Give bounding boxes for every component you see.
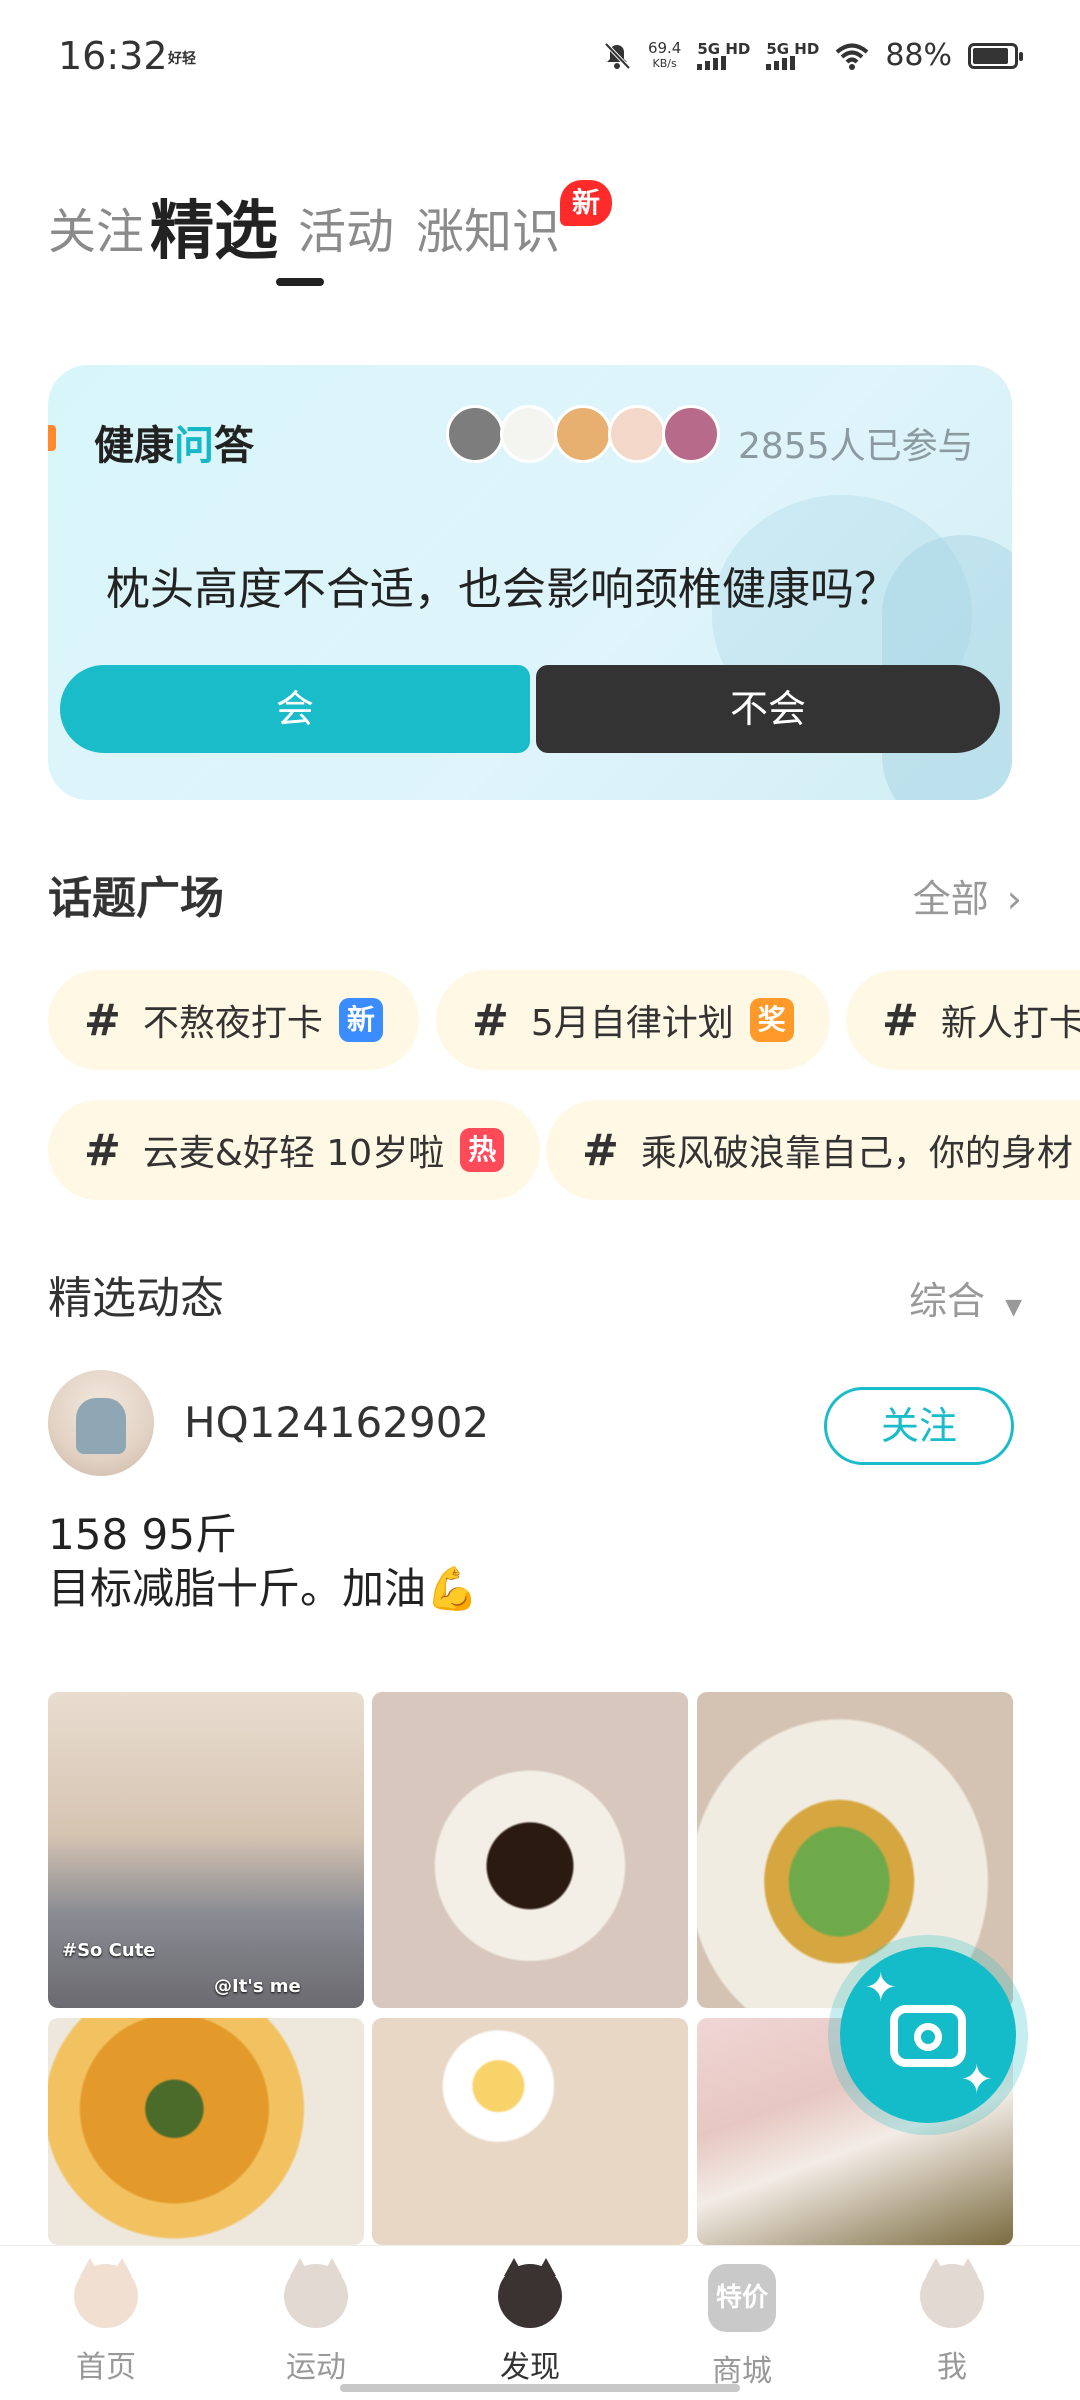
avatar[interactable] [48,1370,154,1476]
topic-square-title: 话题广场 [48,873,224,924]
answer-yes-button[interactable]: 会 [60,665,530,753]
tab-activities[interactable]: 活动 [298,192,394,262]
post-image[interactable] [48,2018,364,2245]
cat-discover-icon [498,2258,562,2328]
mute-icon [604,42,631,69]
participant-count: 2855人已参与 [738,426,974,467]
topic-all-link[interactable]: 全部 › [913,868,1022,923]
battery-fill [973,47,1009,64]
featured-feed-title: 精选动态 [48,1273,224,1324]
topic-chip[interactable]: # 5月自律计划 奖 [436,970,830,1070]
chevron-right-icon: › [1006,877,1022,921]
top-tabs: 关注 精选 活动 新 涨知识 [48,180,1048,290]
tab-follow[interactable]: 关注 [48,192,144,262]
follow-button[interactable]: 关注 [824,1387,1014,1465]
avatar [446,405,504,463]
image-caption: @It's me [214,1976,301,1997]
camera-icon [890,2005,966,2067]
post-image[interactable] [372,1692,688,2008]
topic-chip[interactable]: # 云麦&好轻 10岁啦 热 [48,1100,541,1200]
health-qa-logo: 健康问答 [94,423,254,469]
post-image[interactable]: #So Cute @It's me [48,1692,364,2008]
topic-chip[interactable]: # 乘风破浪靠自己，你的身材 [546,1100,1080,1200]
hash-icon: # [472,994,509,1046]
cat-home-icon [74,2258,138,2328]
avatar [662,405,720,463]
avatar [608,405,666,463]
avatar [500,405,558,463]
sort-dropdown[interactable]: 综合 ▼ [909,1270,1022,1325]
hash-icon: # [84,994,121,1046]
caret-down-icon: ▼ [1005,1295,1022,1320]
special-price-icon: 特价 [708,2264,776,2332]
nav-sport[interactable]: 运动 [256,2258,376,2386]
status-bar: 16:32 好轻 69.4 KB/s 5G HD 5G HD 88% [0,0,1080,110]
answer-no-button[interactable]: 不会 [536,665,1000,753]
home-indicator [340,2384,740,2392]
tab-knowledge[interactable]: 涨知识 [416,192,560,262]
nav-me[interactable]: 我 [892,2258,1012,2386]
post-text[interactable]: 158 95斤 目标减脂十斤。加油💪 [48,1508,478,1616]
app-notification-icon: 好轻 [168,51,196,67]
nav-home[interactable]: 首页 [46,2258,166,2386]
tab-featured[interactable]: 精选 [150,180,278,272]
topic-chip[interactable]: # 新人打卡 [846,970,1080,1070]
sparkle-icon: ✦ [960,2057,994,2103]
avatar [554,405,612,463]
cat-sport-icon [284,2258,348,2328]
hash-icon: # [582,1124,619,1176]
status-indicators: 69.4 KB/s 5G HD 5G HD 88% [602,38,1023,73]
bottom-nav: 首页 运动 发现 特价 商城 我 [0,2245,1080,2400]
wifi-icon [836,43,869,70]
active-tab-indicator [276,278,324,286]
hash-icon: # [882,994,919,1046]
battery-icon [968,42,1023,69]
sparkle-icon: ✦ [864,1965,898,2011]
card-accent [48,425,56,451]
new-tag: 新 [338,998,383,1042]
post-username[interactable]: HQ124162902 [184,1398,489,1447]
signal-icon-2: 5G HD [766,41,819,70]
question-text: 枕头高度不合适，也会影响颈椎健康吗？ [106,564,898,615]
cat-profile-icon [920,2258,984,2328]
reward-tag: 奖 [749,998,794,1042]
hot-tag: 热 [460,1128,505,1172]
health-qa-card[interactable]: 健康问答 2855人已参与 枕头高度不合适，也会影响颈椎健康吗？ 会 不会 [48,365,1012,800]
signal-icon: 5G HD [697,41,750,70]
hash-icon: # [84,1124,121,1176]
nav-mall[interactable]: 特价 商城 [682,2264,802,2390]
post-image[interactable] [372,2018,688,2245]
topic-chip[interactable]: # 不熬夜打卡 新 [48,970,419,1070]
status-time: 16:32 [58,34,168,78]
battery-percent: 88% [885,38,952,73]
image-caption: #So Cute [62,1940,156,1961]
net-speed: 69.4 KB/s [647,38,682,70]
participant-avatars [446,405,720,463]
new-badge: 新 [560,180,612,226]
nav-discover[interactable]: 发现 [470,2258,590,2386]
post-camera-button[interactable]: ✦ ✦ [828,1935,1028,2135]
